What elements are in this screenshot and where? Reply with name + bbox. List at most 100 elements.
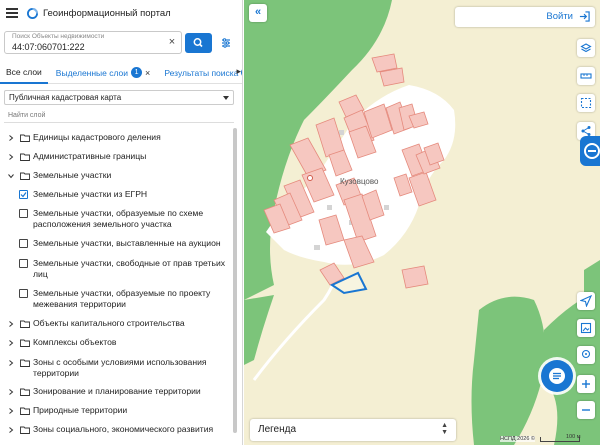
chevron-right-icon[interactable] [8,154,14,160]
scale-label: 100 м [566,434,581,440]
chevron-right-icon[interactable] [8,389,14,395]
place-label: Кузовцово [340,177,379,186]
plus-icon [582,380,590,388]
checkbox[interactable] [19,239,28,248]
menu-icon[interactable] [6,8,18,18]
portal-logo-icon [27,7,38,19]
folder-icon [20,426,30,434]
double-chevron-left-icon: « [254,6,262,18]
search-input[interactable]: 44:07:060701:222 [12,42,85,52]
layer-filter-input[interactable]: Найти слой [8,112,45,119]
search-button[interactable] [185,33,212,53]
forest-area [471,296,546,445]
locate-tool-button[interactable] [577,292,595,310]
left-panel: Геоинформационный портал Поиск Объекты н… [0,0,243,445]
login-label: Войти [546,11,573,22]
map-marker [307,175,313,181]
folder-icon [20,359,30,367]
chat-button[interactable] [541,360,573,392]
minus-icon [582,409,590,411]
search-icon [193,38,203,48]
close-icon[interactable]: × [145,68,150,78]
chevron-right-icon[interactable] [8,340,14,346]
search-placeholder: Поиск Объекты недвижимости [12,33,105,40]
folder-icon [20,388,30,396]
location-tool-button[interactable] [577,346,595,364]
portal-logo-icon [584,143,600,159]
select-area-tool-button[interactable] [577,94,595,112]
layer-label: Земельные участки, образуемые по проекту… [33,288,211,309]
chevron-down-icon[interactable] [8,173,14,179]
measure-tool-button[interactable] [577,67,595,85]
top-bar: Геоинформационный портал [0,0,242,26]
layer-label: Зоны социального, экономического развити… [33,424,214,434]
checkbox[interactable] [19,259,28,268]
check-icon [20,192,27,198]
chevron-down-icon [223,96,229,100]
checkbox-checked[interactable] [19,190,28,199]
folder-icon [20,320,30,328]
zoom-in-button[interactable] [577,375,595,393]
chat-icon [549,368,565,384]
legend-label: Легенда [258,424,297,435]
layer-label: Единицы кадастрового деления [33,132,161,142]
navigation-arrow-icon [580,295,592,307]
folder-icon [20,339,30,347]
clear-icon[interactable]: × [167,37,177,48]
tab-label: Выделенные слои [55,67,129,78]
layers-icon [580,43,592,53]
sliders-icon [222,38,230,48]
layer-label: Административные границы [33,151,147,161]
folder-icon [20,407,30,415]
count-badge: 1 [131,67,143,78]
image-icon [580,322,592,334]
login-icon [579,11,590,22]
chevron-right-icon[interactable] [8,427,14,433]
collapse-panel-button[interactable]: « [249,4,267,22]
chevron-right-icon[interactable] [8,135,14,141]
pin-icon [581,349,591,359]
chevron-right-icon[interactable]: ▸ [236,66,241,77]
login-button[interactable]: Войти [455,7,595,27]
scrollbar[interactable] [233,128,237,433]
divider [4,122,234,123]
chevron-right-icon[interactable] [8,360,14,366]
zoom-out-button[interactable] [577,401,595,419]
print-tool-button[interactable] [577,319,595,337]
tab-search-results[interactable]: Результаты поиска 1 [164,62,242,84]
count-badge: 1 [241,67,242,78]
folder-icon [20,134,30,142]
tab-selected-layers[interactable]: Выделенные слои 1 × [55,62,150,84]
chevron-right-icon[interactable] [8,408,14,414]
legend-dropdown[interactable]: Легенда ▲ ▼ [250,419,456,441]
checkbox[interactable] [19,289,28,298]
layer-label: Зоны с особыми условиями использования т… [33,357,207,378]
layer-tabs: Все слои Выделенные слои 1 × Результаты … [0,62,242,84]
layer-label: Земельные участки, свободные от прав тре… [33,258,226,279]
layer-label: Земельные участки, образуемые по схеме р… [33,208,204,229]
layer-label: Зонирование и планирование территории [33,386,201,396]
layers-tool-button[interactable] [577,39,595,57]
layer-label: Земельные участки, выставленные на аукци… [33,238,221,248]
expand-icon: ▲ ▼ [441,422,448,436]
folder-icon [20,153,30,161]
basemap-select[interactable]: Публичная кадастровая карта [4,90,234,105]
tab-label: Все слои [6,66,42,77]
layer-label: Природные территории [33,405,128,415]
layer-label: Комплексы объектов [33,337,117,347]
tab-label: Результаты поиска [164,67,239,78]
search-settings-button[interactable] [216,33,236,53]
search-field[interactable]: Поиск Объекты недвижимости 44:07:060701:… [4,31,182,54]
checkbox[interactable] [19,209,28,218]
layer-label: Земельные участки [33,170,112,180]
folder-icon [20,172,30,180]
basemap-value: Публичная кадастровая карта [9,93,122,102]
chevron-right-icon[interactable] [8,321,14,327]
select-area-icon [580,97,592,109]
tab-all-layers[interactable]: Все слои [0,62,48,84]
attribution: НСПД 2026 © [500,436,535,442]
side-dock-button[interactable] [580,136,600,166]
app-title: Геоинформационный портал [43,7,171,19]
ruler-icon [580,73,592,79]
layer-label: Земельные участки из ЕГРН [33,189,148,199]
